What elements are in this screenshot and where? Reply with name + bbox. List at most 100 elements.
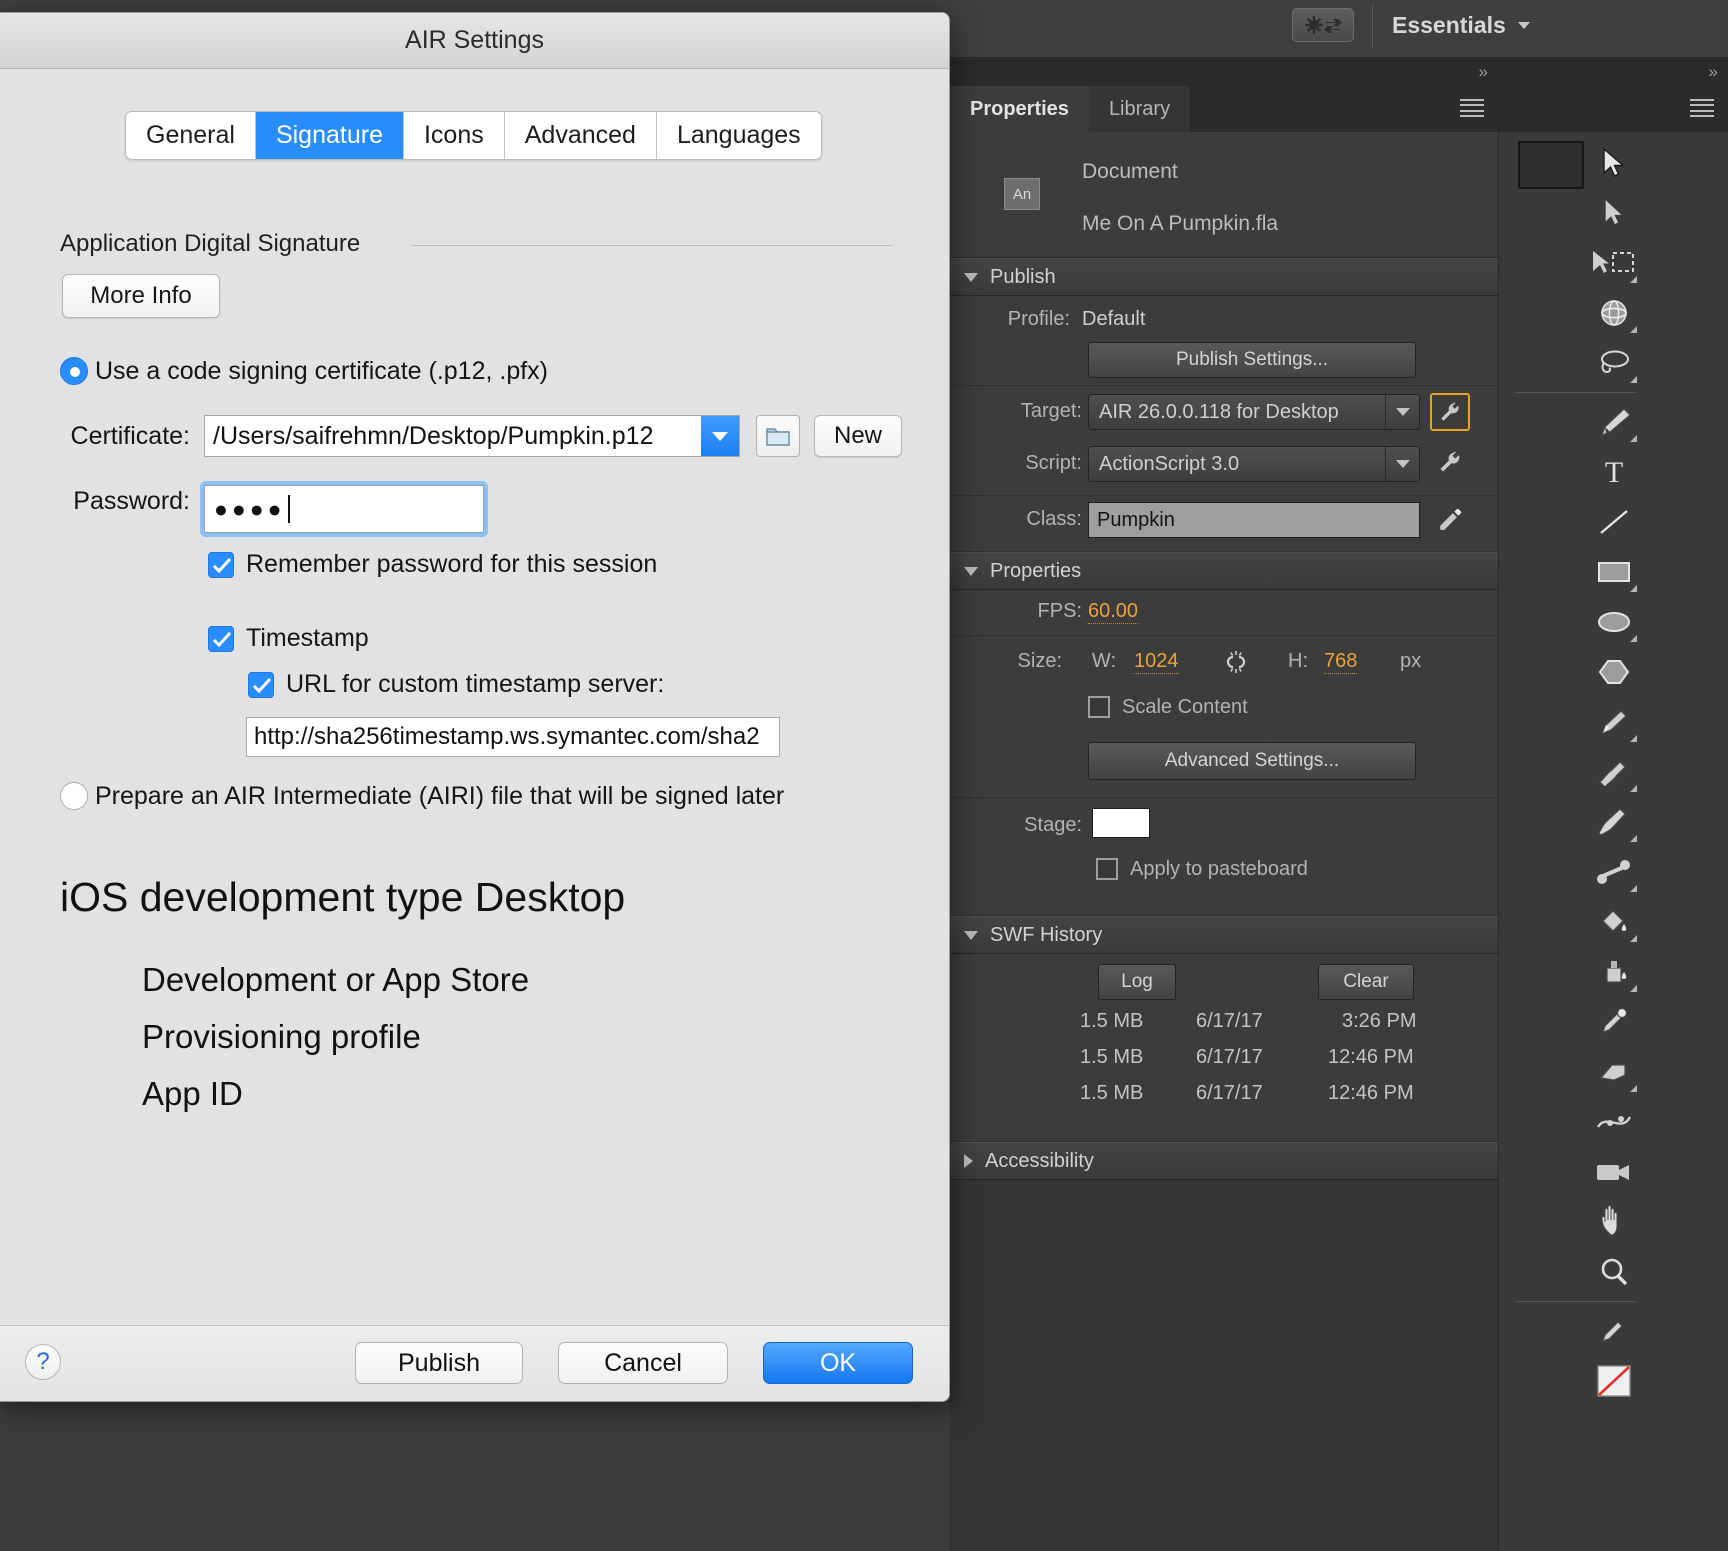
eraser-icon <box>1599 1064 1626 1081</box>
free-transform-tool[interactable] <box>1499 238 1728 288</box>
password-input-inner: ●●●● <box>204 485 484 533</box>
cancel-button[interactable]: Cancel <box>558 1342 728 1384</box>
airi-label: Prepare an AIR Intermediate (AIRI) file … <box>95 782 785 810</box>
subselection-tool[interactable] <box>1499 188 1728 238</box>
advanced-settings-button[interactable]: Advanced Settings... <box>1088 742 1416 780</box>
hand-icon <box>1601 1205 1618 1236</box>
section-title-properties: Properties <box>990 559 1082 582</box>
target-settings-button[interactable] <box>1430 393 1470 431</box>
fps-value[interactable]: 60.00 <box>1088 600 1139 624</box>
chevron-down-icon <box>964 930 978 940</box>
bone-tool[interactable] <box>1499 847 1728 897</box>
custom-timestamp-url-checkbox[interactable] <box>248 672 274 698</box>
polystar-tool[interactable] <box>1499 647 1728 697</box>
wrench-icon <box>1441 402 1459 421</box>
tab-properties[interactable]: Properties <box>950 86 1089 132</box>
history-time: 3:26 PM <box>1342 1010 1417 1032</box>
oval-tool[interactable] <box>1499 597 1728 647</box>
workspace-switch-button[interactable] <box>1292 8 1354 42</box>
text-tool[interactable]: T <box>1499 447 1728 497</box>
tab-languages[interactable]: Languages <box>656 112 821 159</box>
script-select[interactable]: ActionScript 3.0 <box>1088 446 1420 482</box>
3d-rotation-icon <box>1601 300 1627 326</box>
line-tool[interactable] <box>1499 497 1728 547</box>
zoom-tool[interactable] <box>1499 1247 1728 1297</box>
publish-settings-button[interactable]: Publish Settings... <box>1088 342 1416 378</box>
brush-tool[interactable] <box>1499 747 1728 797</box>
tab-library[interactable]: Library <box>1088 86 1191 132</box>
stage-color-swatch[interactable] <box>1092 808 1150 838</box>
section-header-properties[interactable]: Properties <box>950 552 1498 590</box>
tab-general[interactable]: General <box>126 112 256 159</box>
script-value: ActionScript 3.0 <box>1099 452 1240 475</box>
tab-signature[interactable]: Signature <box>255 112 404 159</box>
help-button[interactable]: ? <box>25 1344 61 1380</box>
tab-icons[interactable]: Icons <box>403 112 505 159</box>
width-value[interactable]: 1024 <box>1134 650 1179 674</box>
more-info-button[interactable]: More Info <box>62 274 220 318</box>
timestamp-checkbox[interactable] <box>208 626 234 652</box>
section-header-publish[interactable]: Publish <box>950 258 1498 296</box>
lasso-tool[interactable] <box>1499 338 1728 388</box>
timestamp-url-input[interactable]: http://sha256timestamp.ws.symantec.com/s… <box>246 717 780 757</box>
link-dimensions-toggle[interactable] <box>1222 648 1250 681</box>
switch-workspace-icon <box>1305 16 1342 34</box>
class-edit-button[interactable] <box>1437 506 1463 532</box>
chevron-down-icon <box>701 416 739 456</box>
text-caret <box>287 495 290 523</box>
ink-bottle-tool[interactable] <box>1499 947 1728 997</box>
apply-to-pasteboard-checkbox[interactable] <box>1096 858 1118 880</box>
solid-arrow-icon <box>1605 200 1622 225</box>
camera-tool[interactable] <box>1499 1147 1728 1197</box>
ok-button[interactable]: OK <box>763 1342 913 1384</box>
expand-panels-icon[interactable]: » <box>1479 62 1489 82</box>
log-button[interactable]: Log <box>1098 964 1176 1000</box>
pen-tool[interactable] <box>1499 397 1728 447</box>
list-item: Provisioning profile <box>142 1018 421 1055</box>
remember-password-label: Remember password for this session <box>246 550 658 578</box>
section-header-swf-history[interactable]: SWF History <box>950 916 1498 954</box>
fill-color-tool[interactable] <box>1499 1356 1728 1406</box>
custom-timestamp-url-label: URL for custom timestamp server: <box>286 670 665 698</box>
eraser-tool[interactable] <box>1499 1047 1728 1097</box>
3d-rotation-tool[interactable] <box>1499 288 1728 338</box>
section-header-accessibility[interactable]: Accessibility <box>950 1142 1498 1180</box>
row-size: Size: W: 1024 H: 768 px Scale Content Ad… <box>950 636 1498 798</box>
rectangle-tool[interactable] <box>1499 547 1728 597</box>
history-size: 1.5 MB <box>1080 1046 1144 1068</box>
clear-button[interactable]: Clear <box>1318 964 1414 1000</box>
tab-advanced[interactable]: Advanced <box>504 112 657 159</box>
selection-tool[interactable] <box>1499 138 1728 189</box>
tools-menu-icon[interactable] <box>1690 99 1714 117</box>
broken-link-icon <box>1226 651 1246 673</box>
expand-tools-icon[interactable]: » <box>1709 62 1719 82</box>
use-certificate-radio[interactable] <box>60 357 88 385</box>
eyedropper-tool[interactable] <box>1499 997 1728 1047</box>
height-value[interactable]: 768 <box>1324 650 1358 674</box>
paint-brush-tool[interactable] <box>1499 797 1728 847</box>
certificate-select[interactable]: /Users/saifrehmn/Desktop/Pumpkin.p12 <box>204 415 740 457</box>
panel-tab-bar: Properties Library <box>950 86 1498 132</box>
line-icon <box>1600 510 1628 534</box>
workspace-selector[interactable]: Essentials <box>1392 8 1530 42</box>
row-class: Class: Pumpkin <box>950 496 1498 552</box>
panel-menu-icon[interactable] <box>1460 99 1484 117</box>
width-tool[interactable] <box>1499 1097 1728 1147</box>
bone-icon <box>1597 860 1630 884</box>
scale-content-checkbox[interactable] <box>1088 696 1110 718</box>
paint-bucket-tool[interactable] <box>1499 897 1728 947</box>
new-certificate-button[interactable]: New <box>814 415 902 457</box>
airi-radio[interactable] <box>60 782 88 810</box>
publish-button[interactable]: Publish <box>355 1342 523 1384</box>
lasso-icon <box>1601 350 1629 374</box>
script-settings-button[interactable] <box>1437 449 1463 475</box>
stroke-color-tool[interactable] <box>1499 1306 1728 1356</box>
class-input[interactable]: Pumpkin <box>1088 502 1420 538</box>
hand-tool[interactable] <box>1499 1197 1728 1247</box>
browse-certificate-button[interactable] <box>756 415 800 457</box>
password-field[interactable]: ●●●● <box>200 481 488 537</box>
chevron-down-icon <box>1385 395 1419 429</box>
target-select[interactable]: AIR 26.0.0.118 for Desktop <box>1088 394 1420 430</box>
remember-password-checkbox[interactable] <box>208 552 234 578</box>
pencil-tool[interactable] <box>1499 697 1728 747</box>
